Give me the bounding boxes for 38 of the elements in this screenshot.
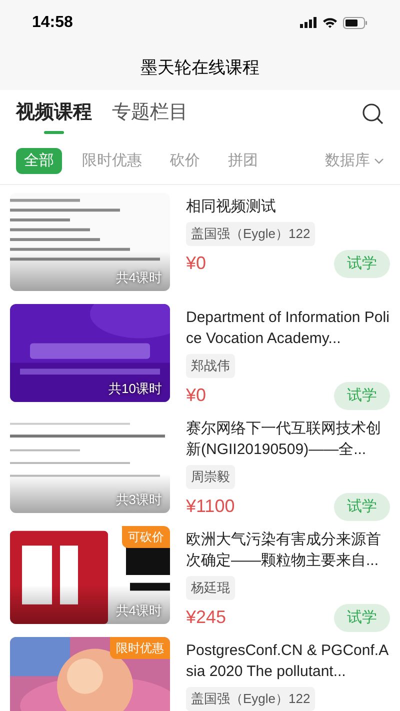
lesson-count: 共4课时 [116, 602, 162, 620]
course-title[interactable]: 欧洲大气污染有害成分来源首次确定——颗粒物主要来自... [186, 526, 390, 576]
tab[interactable]: 专题栏目 [112, 94, 188, 134]
course-title[interactable]: Department of Information Police Vocation Academy... [186, 304, 390, 354]
author-tag: 盖国强（Eygle）122 [186, 687, 316, 710]
author-tag: 盖国强（Eygle）122 [186, 222, 316, 246]
lesson-count: 共4课时 [116, 268, 162, 286]
trial-button[interactable]: 试学 [334, 492, 390, 521]
filter-chip[interactable]: 拼团 [220, 148, 266, 174]
chevron-down-icon [374, 158, 384, 164]
course-title[interactable]: 赛尔网络下一代互联网技术创新(NGII20190509)——全... [186, 415, 390, 465]
lesson-count: 共10课时 [108, 380, 162, 398]
promo-badge: 可砍价 [122, 526, 170, 548]
course-title[interactable]: PostgresConf.CN & PGConf.Asia 2020 The pollutant... [186, 637, 390, 687]
trial-button[interactable]: 试学 [334, 382, 390, 410]
price: ¥0 [186, 252, 206, 276]
author-tag: 周崇毅 [186, 465, 235, 488]
trial-button[interactable]: 试学 [334, 250, 390, 278]
wifi-icon [322, 16, 338, 28]
promo-badge: 限时优惠 [110, 637, 170, 659]
lesson-count: 共3课时 [116, 490, 162, 508]
signal-icon [300, 17, 317, 28]
filter-chip[interactable]: 砍价 [162, 148, 208, 174]
price: ¥0 [186, 384, 206, 408]
price: ¥245 [186, 606, 226, 630]
page-title: 墨天轮在线课程 [140, 56, 260, 79]
tab[interactable]: 视频课程 [16, 94, 92, 134]
price: ¥1100 [186, 495, 235, 518]
search-icon[interactable] [362, 103, 384, 125]
status-time: 14:58 [32, 12, 73, 32]
category-dropdown[interactable]: 数据库 [325, 150, 384, 172]
battery-icon [343, 16, 368, 28]
author-tag: 杨廷琨 [186, 576, 235, 600]
trial-button[interactable]: 试学 [334, 604, 390, 632]
author-tag: 郑战伟 [186, 354, 235, 378]
course-title[interactable]: 相同视频测试 [186, 193, 390, 222]
filter-chip[interactable]: 限时优惠 [74, 148, 150, 174]
filter-chip[interactable]: 全部 [16, 148, 62, 174]
